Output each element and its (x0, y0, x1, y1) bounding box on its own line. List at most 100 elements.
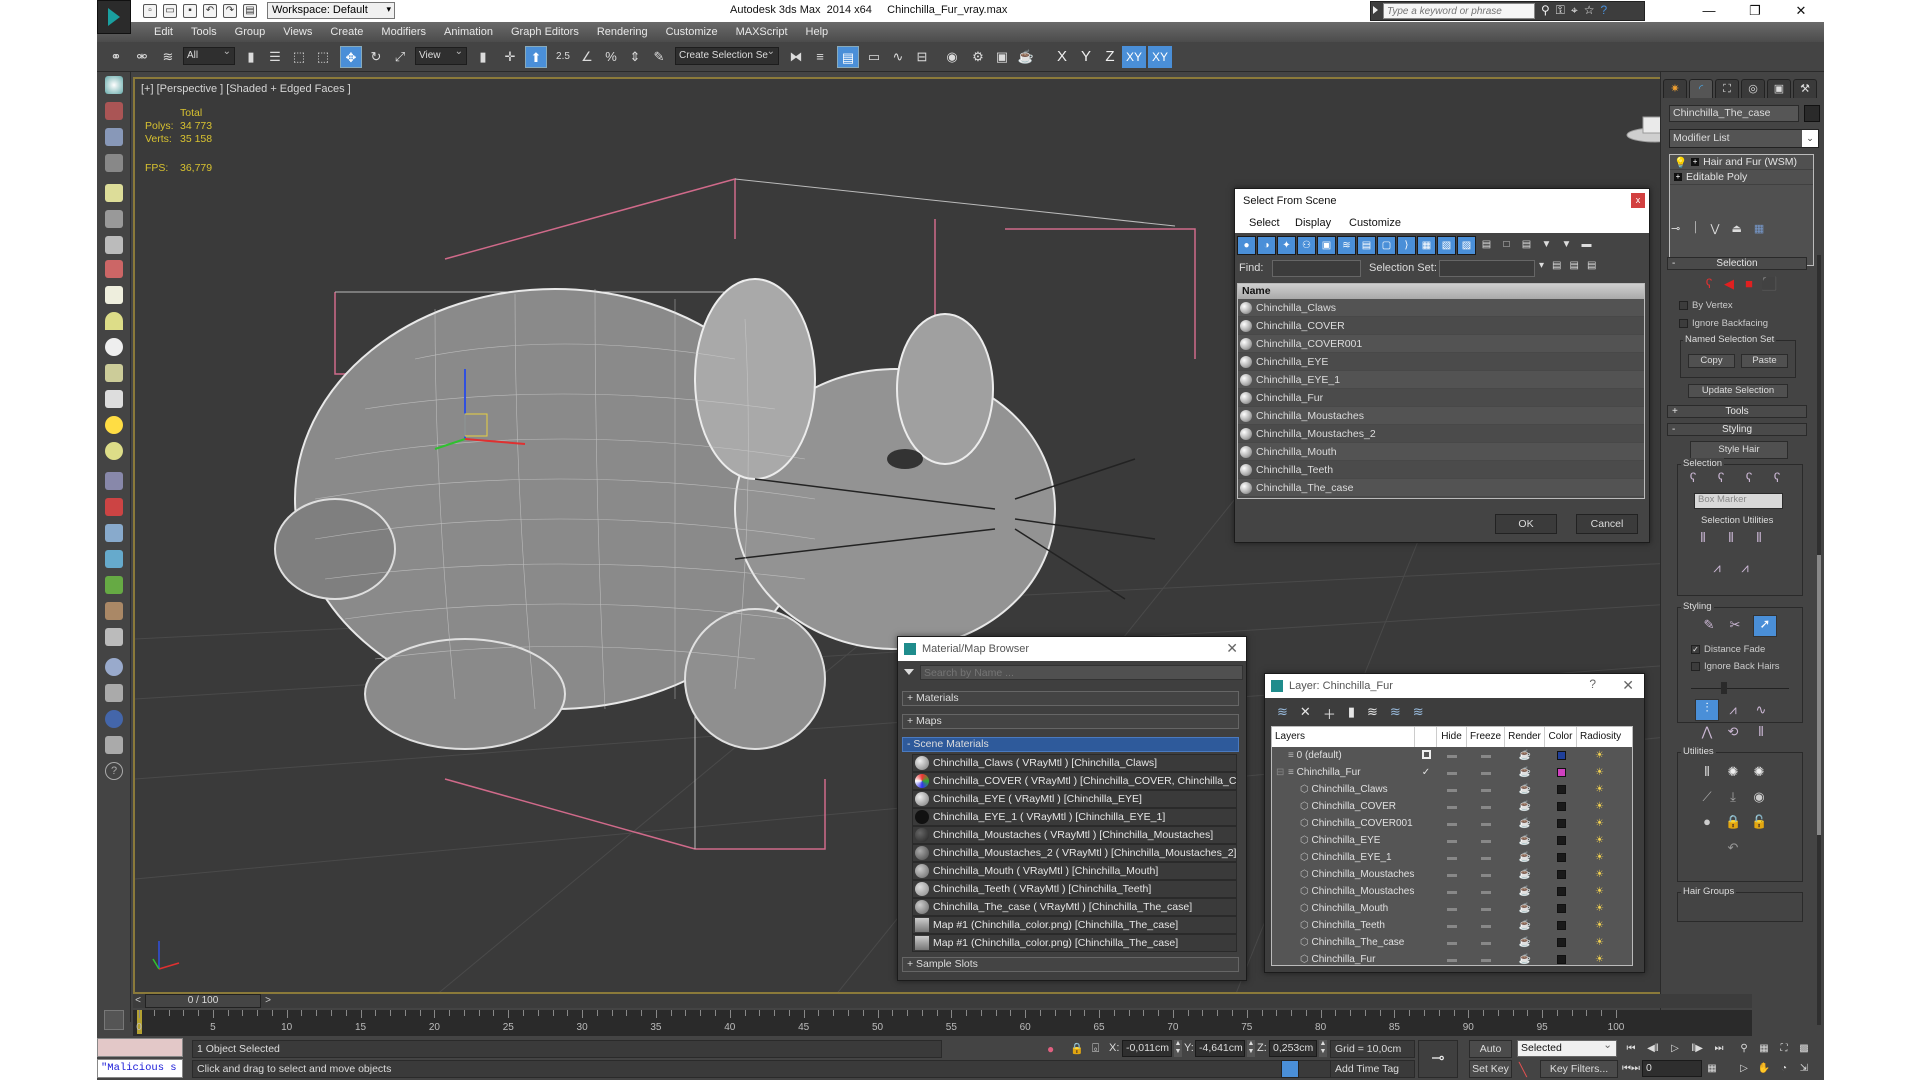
scene-material-item[interactable]: Chinchilla_Moustaches ( VRayMtl ) [Chinc… (912, 826, 1237, 844)
layer-color-swatch[interactable] (1556, 768, 1566, 777)
render-teapot-icon[interactable]: ☕ (1505, 920, 1545, 931)
freeze-toggle[interactable]: ▬ (1467, 937, 1505, 948)
add-to-selection-set-icon[interactable]: ▤ (1587, 260, 1596, 271)
select-guide-vertices-icon[interactable]: ʕ (1741, 470, 1757, 486)
filter-frozen-icon[interactable]: ▧ (1437, 236, 1456, 255)
menu-display[interactable]: Display (1295, 217, 1331, 229)
tape-icon[interactable] (105, 210, 123, 228)
hide-toggle[interactable]: ▬ (1437, 818, 1467, 829)
ignore-backfacing-checkbox[interactable]: Ignore Backfacing (1679, 318, 1768, 329)
filter-cameras-icon[interactable]: ⚇ (1297, 236, 1316, 255)
hierarchy-tab-icon[interactable]: ⛶ (1715, 79, 1739, 98)
orbit-icon[interactable]: ◔ (1775, 1060, 1793, 1077)
light-icon[interactable] (105, 184, 123, 202)
previous-frame-button[interactable]: < (133, 994, 143, 1008)
hide-toggle[interactable]: ▬ (1437, 903, 1467, 914)
key-icon[interactable]: ⚿ (1556, 3, 1565, 18)
selection-filter-dropdown[interactable]: All (183, 46, 235, 65)
pan-view-icon[interactable]: ✋ (1755, 1060, 1773, 1077)
current-frame-field[interactable]: 0 (1642, 1060, 1702, 1077)
workspace-dropdown[interactable]: Workspace: Default (267, 2, 395, 19)
layer-explorer-icon[interactable]: ▤ (837, 46, 859, 68)
menu-rendering[interactable]: Rendering (588, 25, 657, 39)
rendered-frame-window-icon[interactable]: ▣ (991, 46, 1013, 68)
scale-hair-icon[interactable]: ⦀ (1753, 724, 1769, 740)
help-icon[interactable]: ? (105, 762, 123, 780)
motion-tab-icon[interactable]: ◎ (1741, 79, 1765, 98)
menu-customize[interactable]: Customize (657, 25, 727, 39)
hide-toggle[interactable]: ▬ (1437, 801, 1467, 812)
radiosity-sun-icon[interactable]: ☀ (1577, 835, 1622, 846)
render-teapot-icon[interactable]: ☕ (1505, 903, 1545, 914)
create-selection-set-icon[interactable]: ▤ (1552, 260, 1561, 271)
window-crossing-icon[interactable]: ⬚ (312, 46, 334, 68)
reference-coordinate-dropdown[interactable]: View (415, 46, 467, 65)
select-highlighted-objects-icon[interactable]: ▮ (1348, 704, 1355, 723)
active-layer-toggle[interactable] (1421, 749, 1431, 759)
layer-color-swatch[interactable] (1556, 751, 1566, 760)
field-of-view-icon[interactable]: ▷ (1735, 1060, 1753, 1077)
attenuate-icon[interactable]: ⦀ (1699, 764, 1715, 780)
zoom-all-icon[interactable]: ▦ (1755, 1040, 1773, 1057)
hide-toggle[interactable]: ▬ (1437, 886, 1467, 897)
layer-color-swatch[interactable] (1556, 853, 1566, 862)
radiosity-sun-icon[interactable]: ☀ (1577, 903, 1622, 914)
layer-object-row[interactable]: ⬡ Chinchilla_COVER ▬ ▬ ☕ ☀ (1272, 798, 1632, 815)
marker-type-dropdown[interactable]: Box Marker (1694, 493, 1783, 509)
pop-selected-icon[interactable]: ✺ (1725, 764, 1741, 780)
stack-icon[interactable] (105, 736, 123, 754)
hair-cut-icon[interactable]: ✂ (1727, 617, 1743, 633)
hair-brush-icon[interactable]: ✎ (1701, 617, 1717, 633)
speaker-icon[interactable] (105, 236, 123, 254)
update-selection-button[interactable]: Update Selection (1688, 384, 1788, 398)
selection-set-dropdown[interactable] (1439, 260, 1535, 277)
z-coordinate-field[interactable]: 0,253cm (1269, 1040, 1317, 1057)
dome-icon[interactable] (105, 312, 123, 330)
dropdown-arrow-icon[interactable]: ▾ (1539, 260, 1544, 271)
recomb-icon[interactable]: ⟋ (1699, 789, 1715, 805)
time-configuration-icon[interactable]: ▦ (1703, 1060, 1721, 1077)
hide-toggle[interactable]: ▬ (1437, 937, 1467, 948)
square-selection-icon[interactable]: ■ (1741, 276, 1757, 292)
cloth-icon[interactable] (105, 628, 123, 646)
render-setup-icon[interactable]: ⚙ (967, 46, 989, 68)
display-tab-icon[interactable]: ▣ (1767, 79, 1791, 98)
set-key-button[interactable]: Set Key (1469, 1060, 1512, 1078)
time-slider-thumb[interactable]: 0 / 100 (145, 994, 261, 1008)
column-active[interactable] (1415, 727, 1437, 747)
select-object-icon[interactable]: ▮ (240, 46, 262, 68)
expand-icon[interactable]: + (1691, 158, 1700, 166)
keyword-search-input[interactable] (1383, 3, 1535, 19)
help-icon[interactable]: ? (1600, 3, 1607, 18)
select-and-move-icon[interactable]: ✥ (340, 46, 362, 68)
rollout-selection[interactable]: - Selection (1667, 257, 1807, 270)
key-mode-toggle-icon[interactable]: ⏮⏭ (1622, 1060, 1640, 1077)
previous-key-icon[interactable]: ◀‖ (1644, 1040, 1662, 1057)
scene-object-row[interactable]: Chinchilla_Moustaches (1238, 407, 1644, 425)
modifier-list-dropdown[interactable]: Modifier List ⌄ (1669, 129, 1819, 148)
axis-constraint-y[interactable]: Y (1074, 46, 1098, 68)
select-and-scale-icon[interactable]: ⤢ (389, 46, 411, 68)
environment-icon[interactable] (105, 710, 123, 728)
freeze-toggle[interactable]: ▬ (1467, 869, 1505, 880)
application-menu-button[interactable] (97, 0, 131, 34)
select-hair-by-ends-icon[interactable]: ʕ (1685, 470, 1701, 486)
panel-icon[interactable] (105, 128, 123, 146)
menu-views[interactable]: Views (274, 25, 321, 39)
filter-hidden-icon[interactable]: ▨ (1457, 236, 1476, 255)
make-unique-icon[interactable]: ⋁ (1710, 222, 1719, 235)
radiosity-sun-icon[interactable]: ☀ (1577, 869, 1622, 880)
stack-item-editable-poly[interactable]: + Editable Poly (1670, 170, 1813, 185)
scene-material-item[interactable]: Map #1 (Chinchilla_color.png) [Chinchill… (912, 934, 1237, 952)
menu-select[interactable]: Select (1249, 217, 1280, 229)
select-and-link-icon[interactable]: ⚭ (105, 46, 127, 68)
triangle-selection-icon[interactable]: ◀ (1721, 276, 1737, 292)
render-teapot-icon[interactable]: ☕ (1505, 784, 1545, 795)
project-folder-icon[interactable]: ▤ (243, 4, 257, 18)
expand-icon[interactable]: + (1674, 173, 1682, 181)
scene-material-item[interactable]: Chinchilla_Moustaches_2 ( VRayMtl ) [Chi… (912, 844, 1237, 862)
particle-icon[interactable] (105, 498, 123, 516)
scene-material-item[interactable]: Chinchilla_The_case ( VRayMtl ) [Chinchi… (912, 898, 1237, 916)
filter-bones-icon[interactable]: ⟩ (1397, 236, 1416, 255)
time-tag-icon[interactable] (1281, 1060, 1299, 1078)
